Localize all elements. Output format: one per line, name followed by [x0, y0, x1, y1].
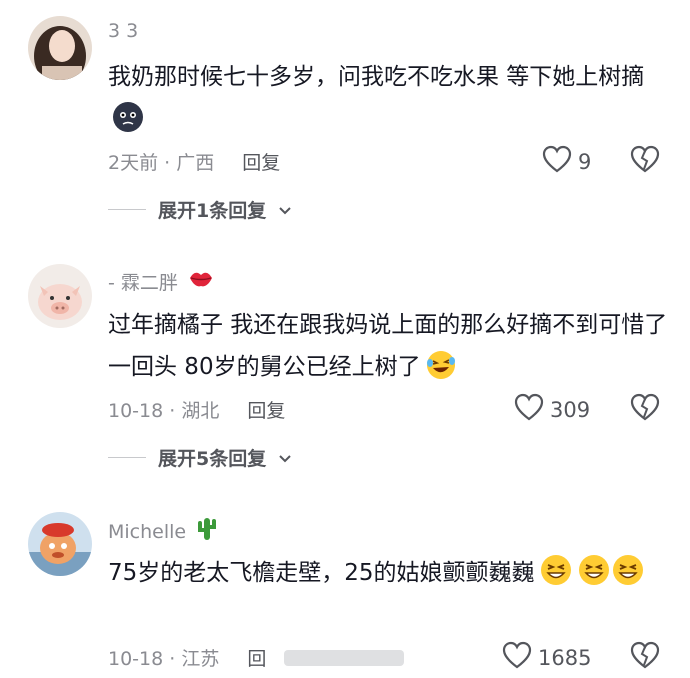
comment-text: 我奶那时候七十多岁，问我吃不吃水果 等下她上树摘	[108, 56, 678, 147]
expand-replies-button[interactable]: 展开5条回复	[108, 444, 292, 471]
kiss-lips-icon	[188, 269, 214, 294]
reply-button[interactable]: 回复	[247, 400, 285, 422]
avatar[interactable]	[28, 264, 92, 328]
dislike-button[interactable]	[630, 393, 660, 425]
laughing-tears-emoji	[425, 349, 457, 395]
comment-meta: 10-18 · 江苏回	[108, 648, 267, 670]
username[interactable]: Michelle	[108, 516, 218, 547]
heart-icon	[542, 145, 572, 178]
chevron-down-icon	[278, 447, 292, 469]
like-count: 1685	[538, 645, 592, 670]
reply-button[interactable]: 回复	[242, 152, 280, 174]
like-button[interactable]: 309	[514, 393, 590, 426]
cactus-icon	[196, 516, 218, 547]
dislike-heart-icon	[630, 641, 660, 673]
heart-icon	[502, 641, 532, 674]
username[interactable]: 3 3	[108, 20, 138, 42]
divider	[108, 457, 146, 458]
dislike-heart-icon	[630, 145, 660, 177]
like-button[interactable]: 9	[542, 145, 591, 178]
dark-face-emoji	[112, 101, 144, 147]
comment-text: 过年摘橘子 我还在跟我妈说上面的那么好摘不到可惜了 一回头 80岁的舅公已经上树…	[108, 304, 678, 395]
grinning-emoji	[577, 553, 611, 601]
dislike-button[interactable]	[630, 145, 660, 177]
like-count: 9	[578, 149, 592, 174]
chevron-down-icon	[278, 199, 292, 221]
comment-meta: 2天前 · 广西 回复	[108, 152, 281, 174]
dislike-heart-icon	[630, 393, 660, 425]
grinning-emoji	[611, 553, 645, 601]
avatar[interactable]	[28, 16, 92, 80]
heart-icon	[514, 393, 544, 426]
like-button[interactable]: 1685	[502, 641, 591, 674]
watermark-blur	[284, 646, 404, 670]
comment-text: 75岁的老太飞檐走壁，25的姑娘颤颤巍巍	[108, 552, 678, 601]
reply-button[interactable]: 回	[247, 648, 266, 670]
comment-meta: 10-18 · 湖北 回复	[108, 400, 286, 422]
dislike-button[interactable]	[630, 641, 660, 673]
like-count: 309	[550, 397, 591, 422]
username[interactable]: - 霖二胖	[108, 268, 214, 295]
grinning-emoji	[539, 553, 573, 601]
expand-replies-button[interactable]: 展开1条回复	[108, 196, 292, 223]
avatar[interactable]	[28, 512, 92, 576]
divider	[108, 209, 146, 210]
